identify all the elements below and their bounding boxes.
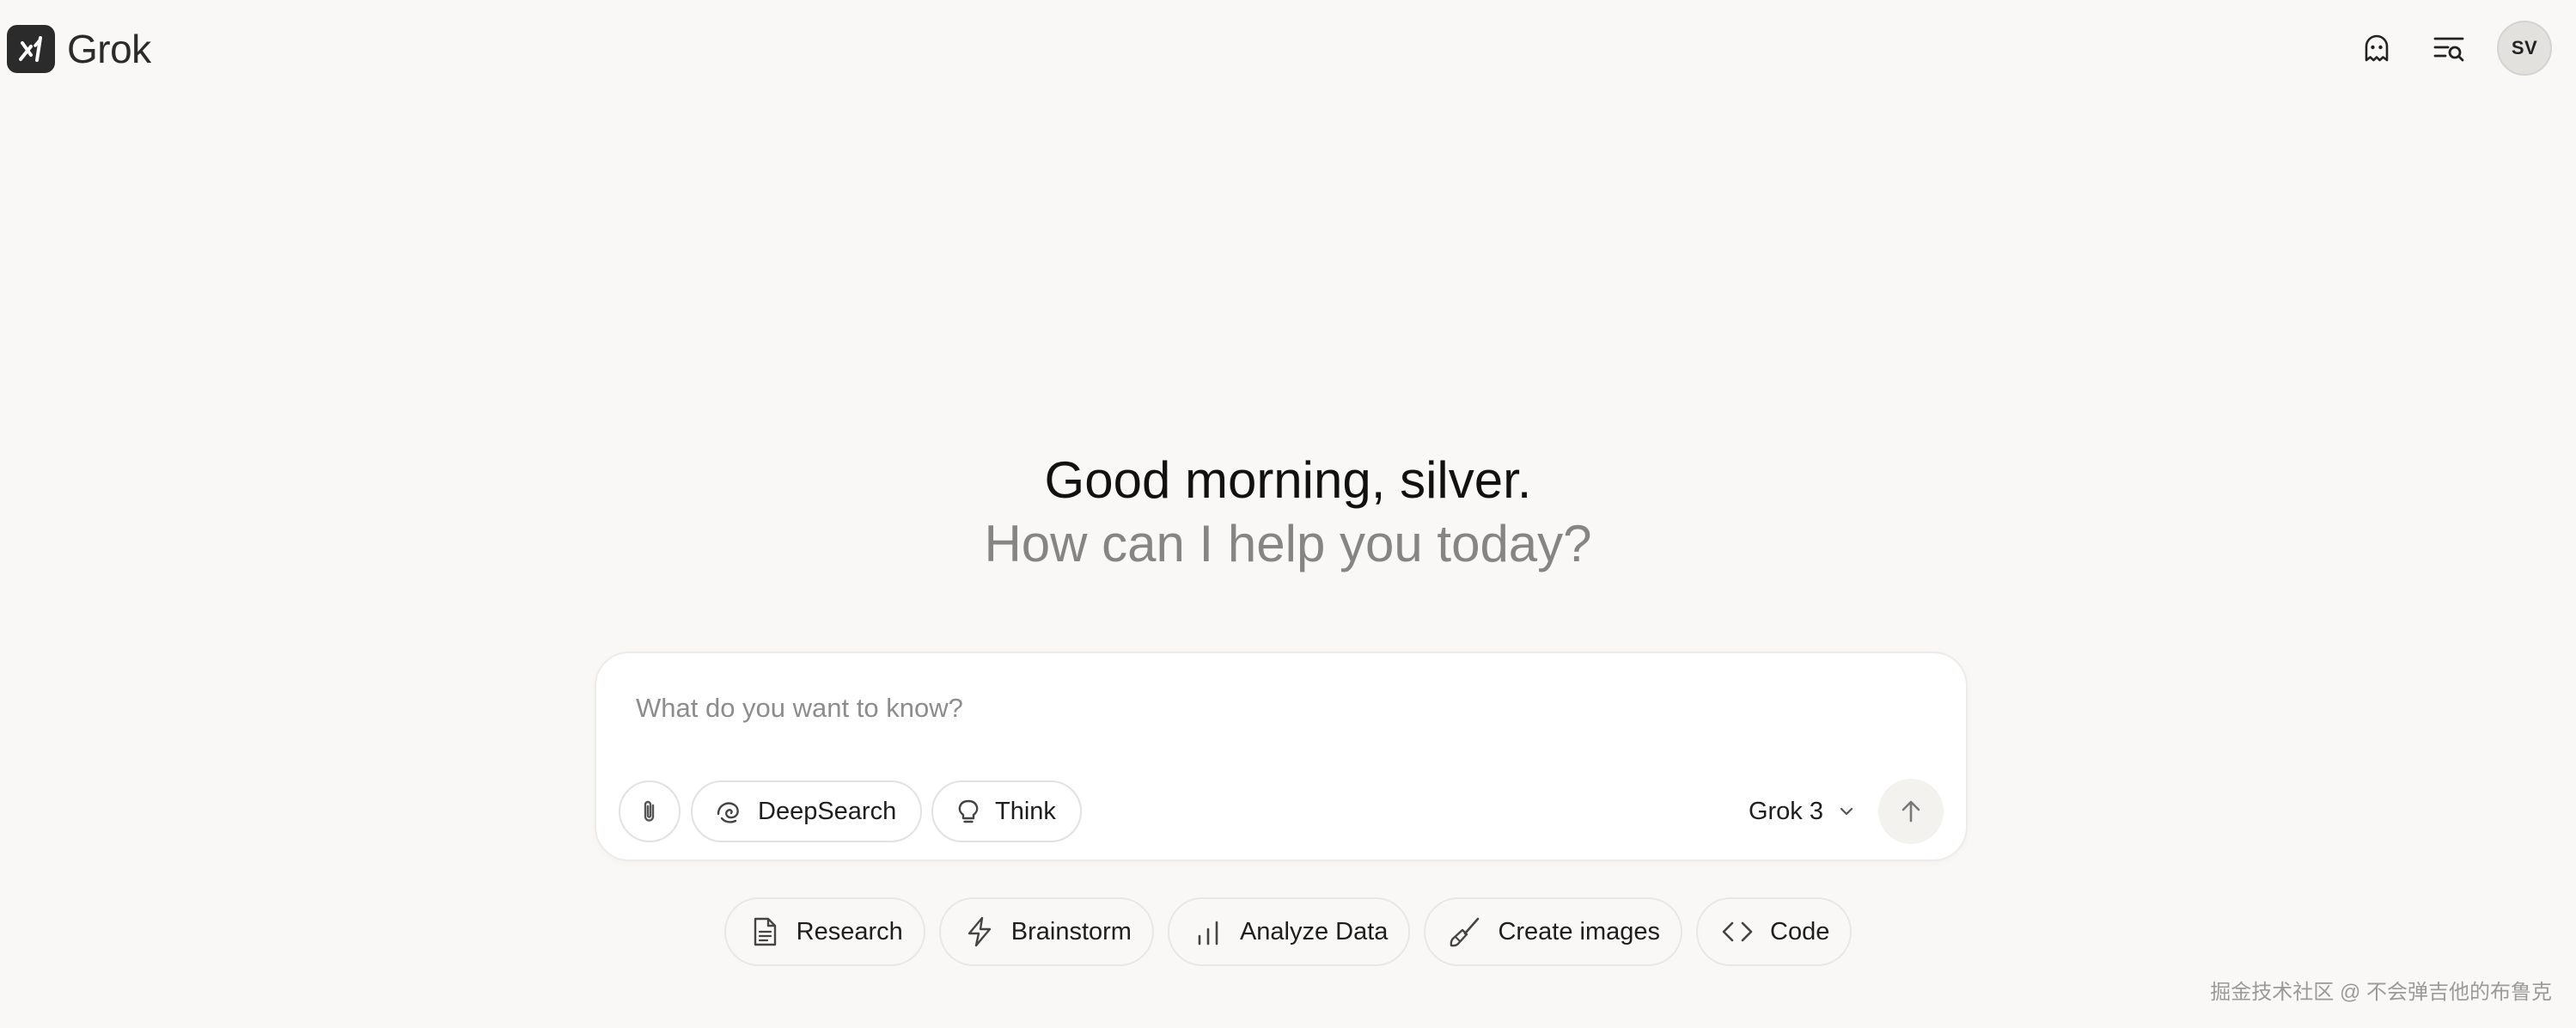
model-selector[interactable]: Grok 3 xyxy=(1749,780,1856,842)
code-icon xyxy=(1720,915,1755,949)
greeting-subtitle: How can I help you today? xyxy=(984,515,1592,572)
top-bar: Grok SV xyxy=(0,0,2576,96)
send-button[interactable] xyxy=(1878,779,1944,844)
header-actions: SV xyxy=(2353,21,2552,76)
think-button[interactable]: Think xyxy=(931,780,1082,842)
model-label: Grok 3 xyxy=(1748,797,1823,825)
private-chat-button[interactable] xyxy=(2353,24,2401,72)
deepsearch-button[interactable]: DeepSearch xyxy=(691,780,923,842)
greeting-title: Good morning, silver. xyxy=(1044,451,1532,509)
avatar[interactable]: SV xyxy=(2497,21,2552,76)
lightning-icon xyxy=(963,915,996,948)
suggestion-create-images[interactable]: Create images xyxy=(1424,897,1683,966)
think-label: Think xyxy=(995,797,1056,825)
suggestion-label: Brainstorm xyxy=(1010,917,1132,945)
suggestion-label: Code xyxy=(1770,917,1830,945)
grok-logo-icon xyxy=(7,25,55,73)
chat-history-search-icon xyxy=(2432,31,2466,65)
suggestion-code[interactable]: Code xyxy=(1696,897,1853,966)
suggestion-label: Analyze Data xyxy=(1239,917,1389,945)
chat-history-button[interactable] xyxy=(2425,24,2473,72)
arrow-up-icon xyxy=(1896,797,1926,826)
grok-logo[interactable]: Grok xyxy=(7,24,151,74)
suggestion-brainstorm[interactable]: Brainstorm xyxy=(938,897,1154,966)
suggestion-chips: Research Brainstorm Analyze Data Create … xyxy=(0,897,2576,966)
suggestion-research[interactable]: Research xyxy=(723,897,925,966)
composer: DeepSearch Think Grok 3 xyxy=(595,652,1968,861)
paperclip-icon xyxy=(635,797,664,826)
paintbrush-icon xyxy=(1448,915,1482,949)
attach-button[interactable] xyxy=(619,780,681,842)
ghost-icon xyxy=(2360,32,2393,64)
app-name: Grok xyxy=(67,27,151,71)
bar-chart-icon xyxy=(1192,915,1224,948)
suggestion-label: Create images xyxy=(1498,917,1661,945)
suggestion-analyze-data[interactable]: Analyze Data xyxy=(1167,897,1411,966)
chevron-down-icon xyxy=(1837,802,1856,821)
greeting: Good morning, silver. How can I help you… xyxy=(0,447,2576,574)
lightbulb-icon xyxy=(954,797,983,826)
deepsearch-label: DeepSearch xyxy=(758,797,897,825)
suggestion-label: Research xyxy=(796,917,903,945)
deepsearch-swirl-icon xyxy=(713,795,746,828)
prompt-input[interactable] xyxy=(636,688,1839,729)
watermark-text: 掘金技术社区 @ 不会弹吉他的布鲁克 xyxy=(2210,981,2552,1004)
document-icon xyxy=(748,915,781,948)
